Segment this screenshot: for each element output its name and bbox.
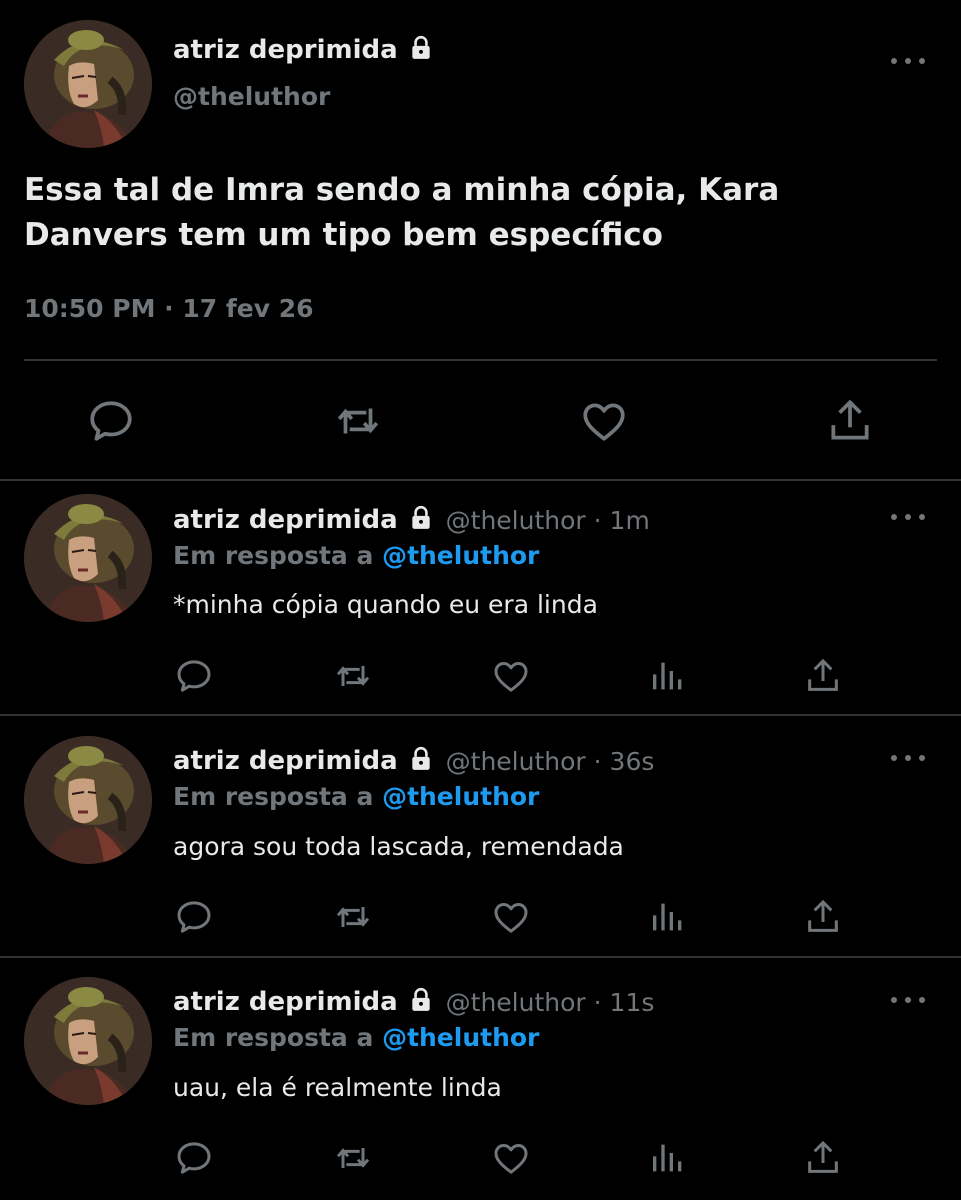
stats-icon[interactable] [648,897,688,937]
divider [24,359,937,361]
reply-context-label: Em resposta a [173,1023,374,1052]
more-options-icon[interactable] [891,995,925,1005]
reply-icon[interactable] [174,897,214,937]
stats-icon[interactable] [648,656,688,696]
stats-icon[interactable] [648,1138,688,1178]
reply-to-link[interactable]: @theluthor [382,1023,539,1052]
reply-context-label: Em resposta a [173,541,374,570]
share-icon[interactable] [803,897,843,937]
lock-icon [408,505,434,535]
reply-to-link[interactable]: @theluthor [382,782,539,811]
divider [0,714,961,716]
tweet-text: uau, ela é realmente linda [173,1073,502,1102]
reply-icon[interactable] [174,1138,214,1178]
reply-to-link[interactable]: @theluthor [382,541,539,570]
retweet-icon[interactable] [331,897,375,937]
reply-icon[interactable] [86,396,136,446]
share-icon[interactable] [825,396,875,446]
display-name[interactable]: atriz deprimida [173,35,398,65]
display-name[interactable]: atriz deprimida [173,505,398,535]
share-icon[interactable] [803,656,843,696]
handle-time[interactable]: @theluthor · 36s [446,747,655,776]
tweet-timestamp[interactable]: 10:50 PM · 17 fev 26 [24,294,314,323]
retweet-icon[interactable] [331,1138,375,1178]
display-name[interactable]: atriz deprimida [173,987,398,1017]
more-options-icon[interactable] [891,56,925,66]
handle-time[interactable]: @theluthor · 11s [446,988,655,1017]
retweet-icon[interactable] [331,656,375,696]
avatar[interactable] [24,977,152,1105]
avatar[interactable] [24,736,152,864]
handle-time[interactable]: @theluthor · 1m [446,506,650,535]
avatar[interactable] [24,494,152,622]
more-options-icon[interactable] [891,753,925,763]
lock-icon [408,35,434,65]
tweet-text: *minha cópia quando eu era linda [173,590,598,619]
handle[interactable]: @theluthor [173,82,330,111]
display-name[interactable]: atriz deprimida [173,746,398,776]
like-icon[interactable] [490,656,532,696]
share-icon[interactable] [803,1138,843,1178]
like-icon[interactable] [490,1138,532,1178]
lock-icon [408,987,434,1017]
reply-context-label: Em resposta a [173,782,374,811]
divider [0,479,961,481]
reply-icon[interactable] [174,656,214,696]
like-icon[interactable] [490,897,532,937]
tweet-text: Essa tal de Imra sendo a minha cópia, Ka… [24,172,780,253]
retweet-icon[interactable] [332,396,384,446]
avatar[interactable] [24,20,152,148]
like-icon[interactable] [578,396,630,446]
tweet-text: agora sou toda lascada, remendada [173,832,624,861]
lock-icon [408,746,434,776]
more-options-icon[interactable] [891,512,925,522]
divider [0,956,961,958]
